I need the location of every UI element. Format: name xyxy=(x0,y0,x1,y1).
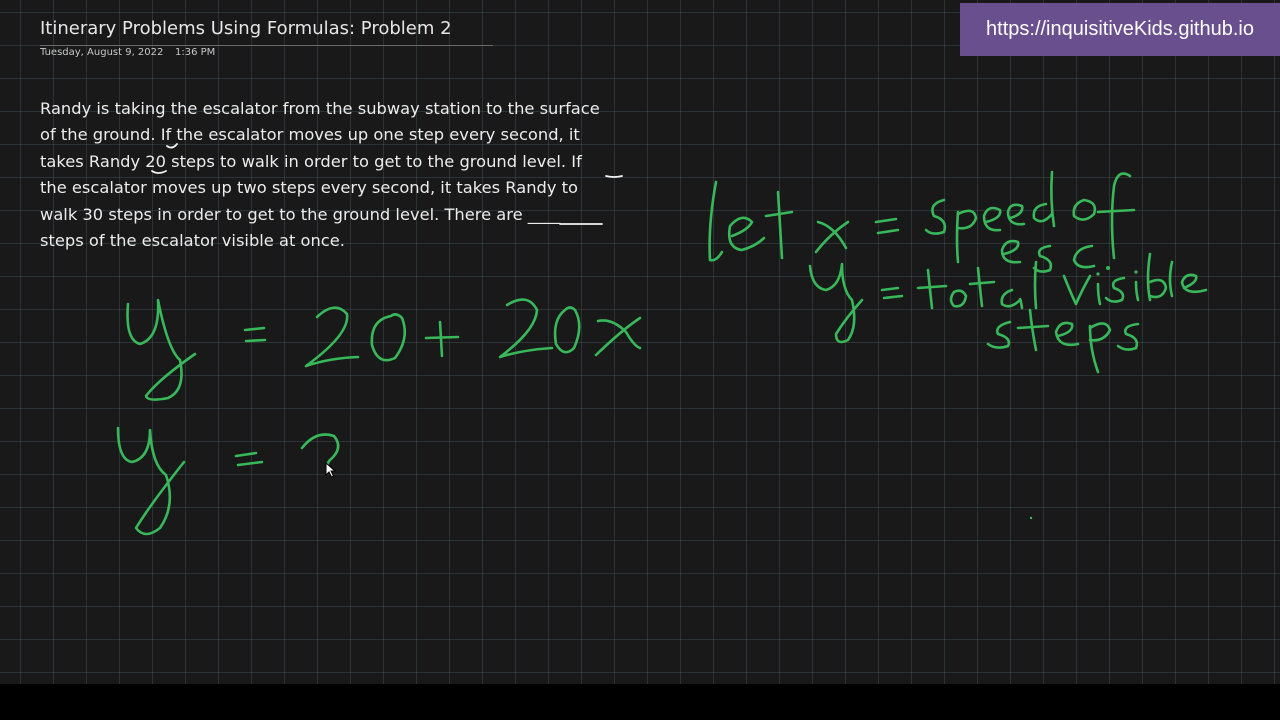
handwritten-equation-2 xyxy=(116,426,340,536)
stray-ink-dot xyxy=(1029,516,1033,520)
bottom-letterbox xyxy=(0,684,1280,720)
text-annotations xyxy=(151,143,623,225)
handwritten-definitions xyxy=(708,170,1208,374)
handwritten-equation-1 xyxy=(126,298,642,401)
mouse-cursor-icon xyxy=(325,462,337,478)
note-canvas[interactable]: Itinerary Problems Using Formulas: Probl… xyxy=(0,0,1280,684)
ink-layer xyxy=(116,143,1208,536)
